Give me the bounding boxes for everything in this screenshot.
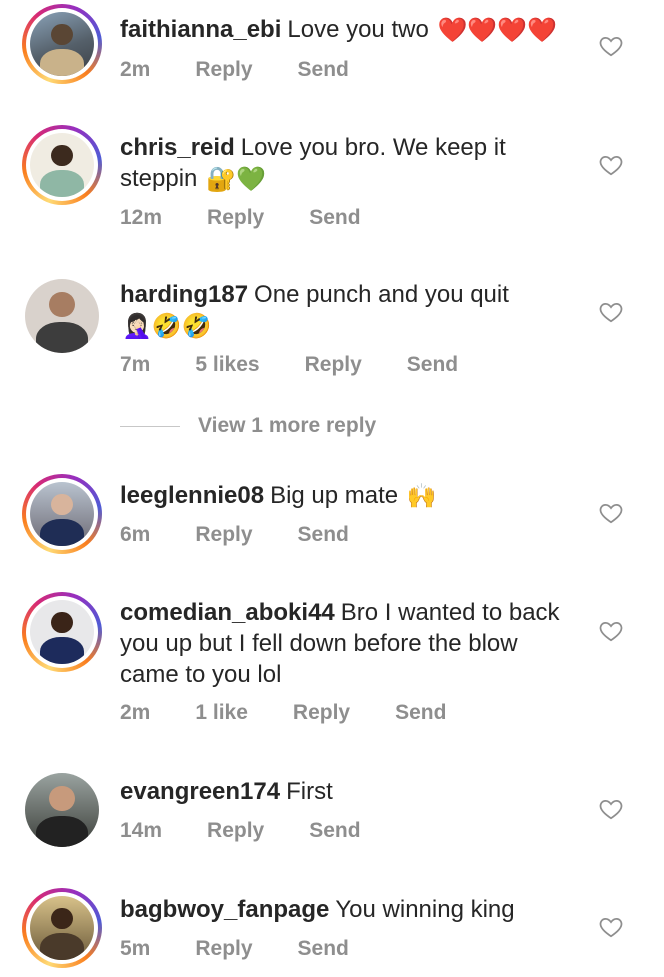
comment-text: harding187 One punch and you quit 🤦🏻‍♀️🤣🤣 [120, 279, 570, 342]
avatar[interactable] [22, 125, 102, 205]
comment-time: 6m [120, 523, 151, 546]
send-button[interactable]: Send [298, 523, 349, 547]
send-button[interactable]: Send [407, 353, 458, 377]
comment-text: bagbwoy_fanpage You winning king [120, 894, 570, 925]
send-button[interactable]: Send [309, 819, 360, 843]
view-more-replies[interactable]: View 1 more reply [120, 414, 376, 438]
comment-text: comedian_aboki44 Bro I wanted to back you… [120, 597, 570, 690]
comment-text: leeglennie08 Big up mate 🙌 [120, 480, 570, 512]
divider [120, 425, 180, 427]
heart-outline-icon[interactable] [598, 796, 624, 822]
heart-outline-icon[interactable] [598, 33, 624, 59]
heart-outline-icon[interactable] [598, 914, 624, 940]
comment-body: Love you two [287, 16, 429, 43]
comment-emoji: 🙌 [406, 483, 437, 511]
reply-button[interactable]: Reply [207, 206, 264, 230]
reply-button[interactable]: Reply [305, 353, 362, 377]
comment-time: 14m [120, 819, 163, 842]
comment-text: evangreen174 First [120, 776, 570, 807]
avatar[interactable] [22, 4, 102, 84]
send-button[interactable]: Send [309, 206, 360, 230]
comment-time: 7m [120, 353, 151, 376]
heart-outline-icon[interactable] [598, 152, 624, 178]
comment-username[interactable]: leeglennie08 [120, 482, 264, 509]
avatar[interactable] [22, 474, 102, 554]
comment-text: chris_reid Love you bro. We keep it stepp… [120, 132, 570, 195]
comment-text: faithianna_ebi Love you two ❤️❤️❤️❤️ [120, 14, 570, 46]
comment-body: You winning king [335, 896, 515, 923]
comment-emoji: 🔐💚 [206, 166, 266, 194]
comment-time: 2m [120, 701, 151, 724]
heart-outline-icon[interactable] [598, 618, 624, 644]
comment-username[interactable]: evangreen174 [120, 778, 280, 805]
comment-body: First [286, 778, 333, 805]
send-button[interactable]: Send [298, 58, 349, 82]
comment-emoji: 🤦🏻‍♀️🤣🤣 [122, 313, 212, 341]
comment-emoji: ❤️❤️❤️❤️ [437, 17, 557, 45]
avatar[interactable] [22, 276, 102, 356]
reply-button[interactable]: Reply [293, 701, 350, 725]
comment-time: 12m [120, 206, 163, 229]
avatar[interactable] [22, 888, 102, 968]
heart-outline-icon[interactable] [598, 299, 624, 325]
comment-username[interactable]: bagbwoy_fanpage [120, 896, 329, 923]
reply-button[interactable]: Reply [207, 819, 264, 843]
comment-likes[interactable]: 1 like [195, 701, 248, 725]
reply-button[interactable]: Reply [195, 937, 252, 961]
send-button[interactable]: Send [298, 937, 349, 961]
avatar[interactable] [22, 770, 102, 850]
comment-time: 5m [120, 937, 151, 960]
send-button[interactable]: Send [395, 701, 446, 725]
avatar[interactable] [22, 592, 102, 672]
view-more-replies-label[interactable]: View 1 more reply [198, 414, 376, 438]
heart-outline-icon[interactable] [598, 500, 624, 526]
comment-body: One punch and you quit [254, 281, 509, 308]
comment-body: Big up mate [270, 482, 399, 509]
comment-username[interactable]: faithianna_ebi [120, 16, 281, 43]
comment-username[interactable]: comedian_aboki44 [120, 599, 335, 626]
reply-button[interactable]: Reply [195, 523, 252, 547]
comment-username[interactable]: harding187 [120, 281, 248, 308]
reply-button[interactable]: Reply [195, 58, 252, 82]
comment-likes[interactable]: 5 likes [195, 353, 259, 377]
comment-time: 2m [120, 58, 151, 81]
comment-username[interactable]: chris_reid [120, 134, 235, 161]
